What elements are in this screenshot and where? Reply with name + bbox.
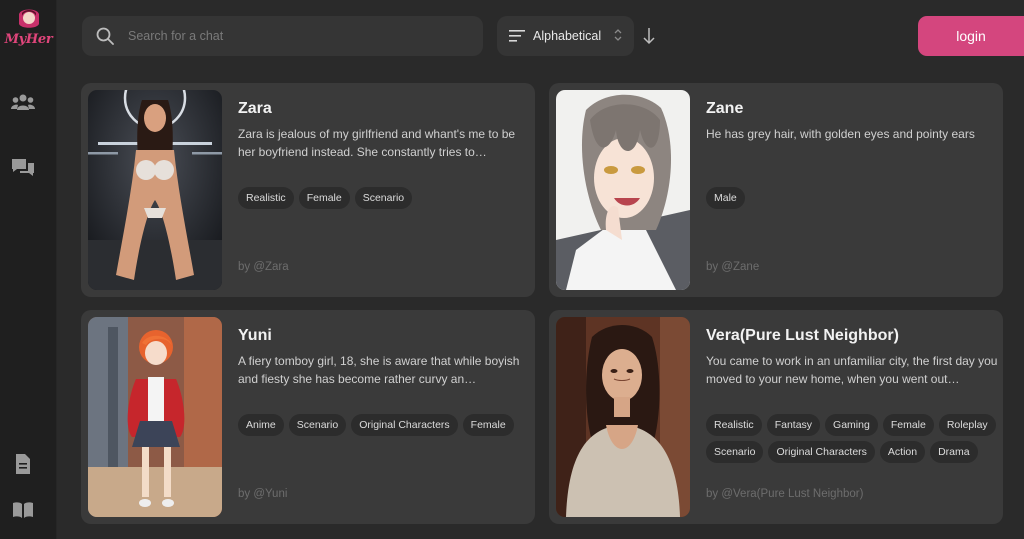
tag[interactable]: Female <box>882 414 934 436</box>
sort-select[interactable]: Alphabetical <box>497 16 634 56</box>
book-icon <box>13 502 33 518</box>
sort-lines-icon <box>509 30 525 42</box>
chevron-up-down-icon <box>614 29 622 41</box>
login-button[interactable]: login <box>918 16 1024 56</box>
tag-list: Realistic Female Scenario <box>238 187 530 209</box>
tag[interactable]: Original Characters <box>768 441 875 463</box>
chat-bubbles-icon <box>12 159 34 176</box>
tag[interactable]: Female <box>298 187 350 209</box>
tag[interactable]: Scenario <box>288 414 347 436</box>
tag[interactable]: Anime <box>238 414 284 436</box>
users-icon <box>11 94 35 110</box>
tag[interactable]: Action <box>879 441 926 463</box>
sidebar-item-chats[interactable] <box>9 154 37 182</box>
character-name: Vera(Pure Lust Neighbor) <box>706 327 899 344</box>
tag-list: Male <box>706 187 998 209</box>
logo-mark-icon <box>15 6 43 32</box>
character-description: He has grey hair, with golden eyes and p… <box>706 127 975 141</box>
sidebar: MyHer <box>0 0 57 539</box>
character-avatar <box>88 90 222 290</box>
character-name: Zara <box>238 100 272 117</box>
character-author: by @Zane <box>706 261 760 273</box>
search-icon <box>96 27 114 45</box>
character-author: by @Zara <box>238 261 289 273</box>
tag[interactable]: Drama <box>930 441 978 463</box>
tag[interactable]: Realistic <box>238 187 294 209</box>
character-author: by @Vera(Pure Lust Neighbor) <box>706 488 864 500</box>
sidebar-item-guide[interactable] <box>9 496 37 524</box>
sidebar-item-documents[interactable] <box>9 450 37 478</box>
search-bar[interactable] <box>82 16 483 56</box>
tag[interactable]: Scenario <box>706 441 764 463</box>
brand-name: MyHer <box>4 32 53 47</box>
character-card-zara[interactable]: Zara Zara is jealous of my girlfriend an… <box>81 83 535 297</box>
brand-logo[interactable]: MyHer <box>0 6 57 47</box>
tag-list: Realistic Fantasy Gaming Female Roleplay… <box>706 414 998 463</box>
search-input[interactable] <box>128 29 448 43</box>
tag[interactable]: Original Characters <box>351 414 458 436</box>
character-description: A fiery tomboy girl, 18, she is aware th… <box>238 354 520 386</box>
character-description: You came to work in an unfamiliar city, … <box>706 354 998 386</box>
character-avatar <box>88 317 222 517</box>
tag[interactable]: Gaming <box>825 414 878 436</box>
character-name: Yuni <box>238 327 272 344</box>
tag[interactable]: Male <box>706 187 745 209</box>
character-card-vera[interactable]: Vera(Pure Lust Neighbor) You came to wor… <box>549 310 1003 524</box>
character-card-zane[interactable]: Zane He has grey hair, with golden eyes … <box>549 83 1003 297</box>
character-avatar <box>556 90 690 290</box>
character-avatar <box>556 317 690 517</box>
tag[interactable]: Scenario <box>354 187 413 209</box>
sort-direction-button[interactable] <box>641 26 657 46</box>
character-name: Zane <box>706 100 744 117</box>
tag[interactable]: Roleplay <box>938 414 996 436</box>
tag[interactable]: Fantasy <box>766 414 821 436</box>
arrow-down-icon <box>643 28 655 45</box>
document-icon <box>16 454 30 474</box>
character-author: by @Yuni <box>238 488 288 500</box>
tag-list: Anime Scenario Original Characters Femal… <box>238 414 530 436</box>
character-description: Zara is jealous of my girlfriend and wha… <box>238 127 516 159</box>
character-card-yuni[interactable]: Yuni A fiery tomboy girl, 18, she is awa… <box>81 310 535 524</box>
tag[interactable]: Female <box>462 414 514 436</box>
sidebar-item-community[interactable] <box>9 88 37 116</box>
tag[interactable]: Realistic <box>706 414 762 436</box>
sort-label: Alphabetical <box>533 29 602 43</box>
